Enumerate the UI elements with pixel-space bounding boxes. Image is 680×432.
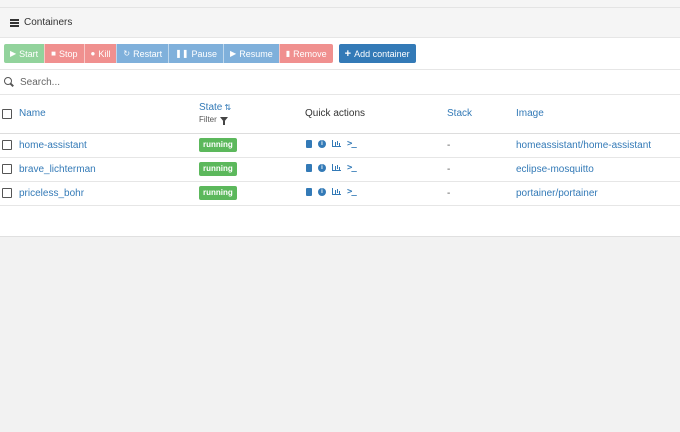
quick-actions: i >_ (305, 163, 357, 172)
stop-label: Stop (59, 48, 78, 59)
column-header-image[interactable]: Image (516, 108, 544, 119)
action-button-group: ▶ Start ■ Stop ● Kill ↻ Restart ❚❚ Pause ▶ Res… (4, 44, 333, 63)
add-container-label: Add container (354, 48, 410, 59)
panel-header: Containers (0, 8, 680, 38)
image-link[interactable]: eclipse-mosquitto (516, 164, 594, 175)
sort-icon[interactable]: ⇅ (224, 103, 231, 112)
column-header-stack[interactable]: Stack (447, 108, 472, 119)
row-checkbox[interactable] (2, 187, 12, 198)
bomb-icon: ● (90, 49, 96, 58)
containers-panel: Containers ▶ Start ■ Stop ● Kill ↻ Restart ❚… (0, 8, 680, 237)
table-row: brave_lichterman running i >_ - eclipse-… (0, 157, 680, 181)
start-button[interactable]: ▶ Start (4, 44, 45, 63)
table-row: priceless_bohr running i >_ - portainer/… (0, 181, 680, 205)
resume-label: Resume (239, 48, 273, 59)
row-checkbox[interactable] (2, 163, 12, 174)
status-badge: running (199, 138, 237, 152)
logs-icon[interactable] (306, 187, 312, 196)
kill-button[interactable]: ● Kill (83, 44, 117, 63)
play-icon: ▶ (230, 49, 237, 58)
start-label: Start (19, 48, 39, 59)
stack-value: - (447, 163, 451, 175)
select-all-checkbox[interactable] (2, 108, 12, 119)
restart-label: Restart (133, 48, 163, 59)
container-name-link[interactable]: home-assistant (19, 140, 87, 151)
image-link[interactable]: portainer/portainer (516, 188, 598, 199)
search-input[interactable] (20, 76, 620, 88)
column-header-name[interactable]: Name (19, 108, 46, 119)
inspect-icon[interactable]: i (318, 163, 326, 172)
stats-icon[interactable] (332, 188, 341, 195)
refresh-icon: ↻ (123, 49, 131, 58)
stack-value: - (447, 139, 451, 151)
pause-button[interactable]: ❚❚ Pause (168, 44, 224, 63)
column-header-state[interactable]: State (199, 102, 222, 113)
quick-actions: i >_ (305, 139, 357, 148)
container-name-link[interactable]: priceless_bohr (19, 188, 84, 199)
image-link[interactable]: homeassistant/home-assistant (516, 140, 651, 151)
filter-label: Filter (199, 114, 217, 124)
resume-button[interactable]: ▶ Resume (223, 44, 279, 63)
container-name-link[interactable]: brave_lichterman (19, 164, 96, 175)
console-icon[interactable]: >_ (347, 187, 357, 196)
status-badge: running (199, 186, 237, 200)
toolbar: ▶ Start ■ Stop ● Kill ↻ Restart ❚❚ Pause ▶ Res… (0, 38, 680, 70)
plus-icon: + (344, 47, 352, 60)
state-filter[interactable]: Filter (199, 114, 228, 126)
pause-icon: ❚❚ (175, 49, 189, 58)
top-strip (0, 0, 680, 8)
row-checkbox[interactable] (2, 139, 12, 150)
restart-button[interactable]: ↻ Restart (116, 44, 169, 63)
list-icon (10, 18, 19, 27)
search-bar (0, 70, 680, 95)
quick-actions: i >_ (305, 187, 357, 196)
stats-icon[interactable] (332, 140, 341, 147)
kill-label: Kill (98, 48, 111, 59)
filter-icon (219, 117, 228, 126)
console-icon[interactable]: >_ (347, 163, 357, 172)
stack-value: - (447, 187, 451, 199)
status-badge: running (199, 162, 237, 176)
containers-table: Name State ⇅ Filter Quick actions Stack I… (0, 95, 680, 206)
stats-icon[interactable] (332, 164, 341, 171)
inspect-icon[interactable]: i (318, 139, 326, 148)
pause-label: Pause (191, 48, 218, 59)
trash-icon: ▮ (285, 49, 291, 58)
table-header-row: Name State ⇅ Filter Quick actions Stack I… (0, 95, 680, 133)
logs-icon[interactable] (306, 163, 312, 172)
inspect-icon[interactable]: i (318, 187, 326, 196)
panel-title: Containers (24, 17, 73, 28)
table-row: home-assistant running i >_ - homeassist… (0, 133, 680, 157)
logs-icon[interactable] (306, 139, 312, 148)
play-icon: ▶ (10, 49, 17, 58)
stop-icon: ■ (51, 49, 57, 58)
remove-label: Remove (293, 48, 327, 59)
remove-button[interactable]: ▮ Remove (278, 44, 333, 63)
column-header-quick-actions: Quick actions (305, 108, 366, 120)
stop-button[interactable]: ■ Stop (44, 44, 84, 63)
console-icon[interactable]: >_ (347, 139, 357, 148)
add-container-button[interactable]: + Add container (338, 44, 416, 63)
search-icon (4, 77, 14, 87)
